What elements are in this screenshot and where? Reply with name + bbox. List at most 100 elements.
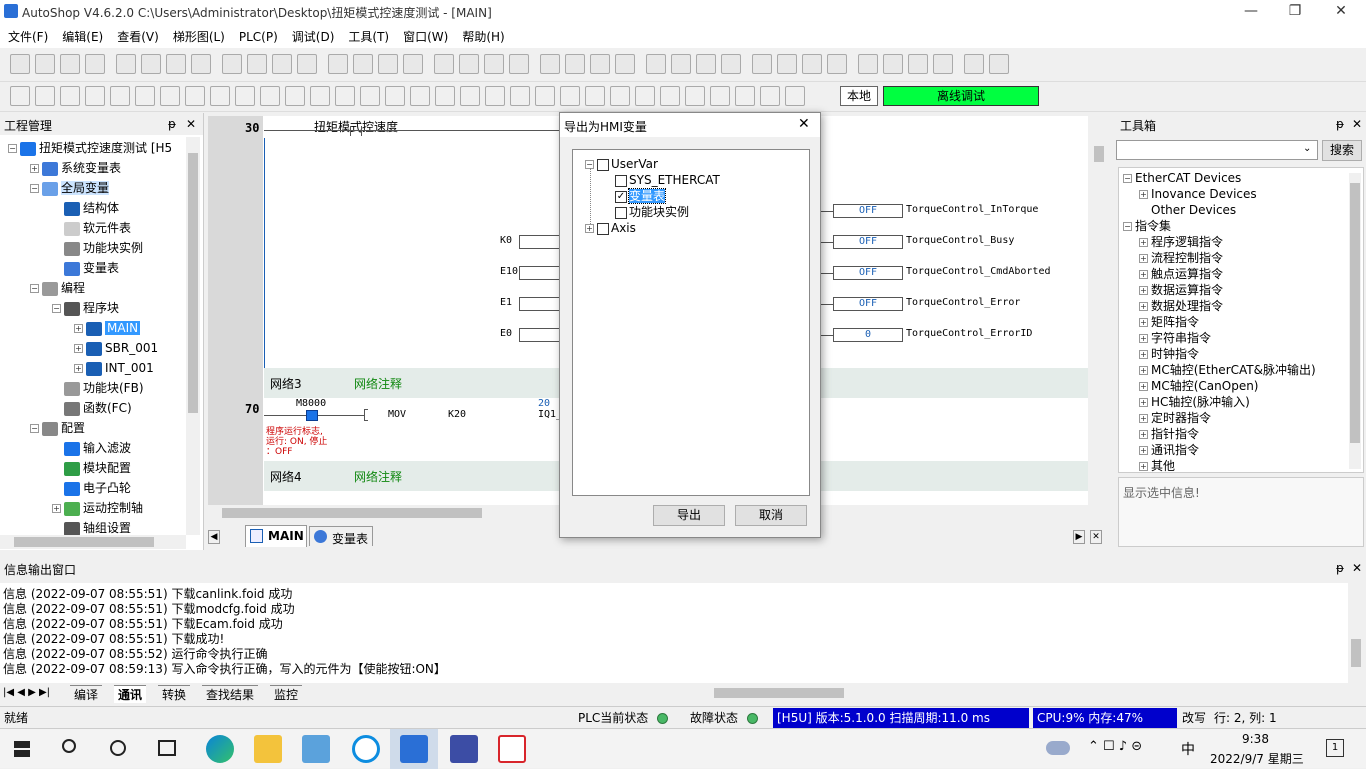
toolbar-tool-icon[interactable] [85,54,105,74]
ladder-tool-icon[interactable] [510,86,530,106]
ladder-tool-icon[interactable] [85,86,105,106]
expand-icon[interactable] [52,524,61,533]
project-tree-item[interactable]: − 程序块 [52,299,119,317]
project-tree-item[interactable]: + MAIN [74,319,141,337]
toolbar-tool-icon[interactable] [671,54,691,74]
fb-output-variable[interactable]: TorqueControl_Error [906,297,1020,308]
toolbox-item[interactable]: + 程序逻辑指令 [1139,234,1223,250]
expand-icon[interactable]: + [1139,414,1148,423]
output-close-icon[interactable]: ✕ [1352,561,1362,575]
toolbox-search-button[interactable]: 搜索 [1322,140,1362,161]
toolbar-tool-icon[interactable] [858,54,878,74]
menu-plc[interactable]: PLC(P) [231,26,284,50]
expand-icon[interactable]: + [1139,350,1148,359]
expand-icon[interactable]: + [1139,270,1148,279]
editor-vscrollbar[interactable] [1091,116,1107,506]
expand-icon[interactable]: + [1139,302,1148,311]
ladder-tool-icon[interactable] [635,86,655,106]
ladder-tool-icon[interactable] [685,86,705,106]
toolbar-tool-icon[interactable] [565,54,585,74]
menu-view[interactable]: 查看(V) [109,24,165,48]
toolbar-tool-icon[interactable] [272,54,292,74]
ladder-tool-icon[interactable] [135,86,155,106]
fb-output-variable[interactable]: TorqueControl_CmdAborted [906,266,1051,277]
toolbox-item[interactable]: + 数据运算指令 [1139,282,1223,298]
toolbar-tool-icon[interactable] [827,54,847,74]
expand-icon[interactable] [1139,206,1148,215]
checkbox[interactable] [615,174,627,187]
ladder-tool-icon[interactable] [785,86,805,106]
expand-icon[interactable]: + [1139,462,1148,471]
toolbox-item[interactable]: − 指令集 [1123,218,1171,234]
project-tree-item[interactable]: 电子凸轮 [52,479,131,497]
ladder-tool-icon[interactable] [460,86,480,106]
expand-icon[interactable]: − [1123,222,1132,231]
fb-input-pin[interactable] [519,235,564,249]
tab-scroll-right-icon[interactable]: ▶ [1073,530,1085,544]
tab-close-icon[interactable]: ✕ [1090,530,1102,544]
expand-icon[interactable]: + [1139,318,1148,327]
expand-icon[interactable] [52,404,61,413]
toolbox-vscrollbar[interactable] [1349,173,1361,469]
toolbox-item[interactable]: + 数据处理指令 [1139,298,1223,314]
dialog-tree-item[interactable]: 功能块实例 [615,204,689,220]
expand-icon[interactable]: − [8,144,17,153]
toolbar-tool-icon[interactable] [752,54,772,74]
toolbar-tool-icon[interactable] [297,54,317,74]
toolbox-item[interactable]: + 流程控制指令 [1139,250,1223,266]
ladder-tool-icon[interactable] [260,86,280,106]
expand-icon[interactable]: + [1139,430,1148,439]
search-icon[interactable] [62,739,76,753]
toolbar-tool-icon[interactable] [191,54,211,74]
clock-time[interactable]: 9:38 [1242,732,1269,746]
tab-scroll-left-icon[interactable]: ◀ [208,530,220,544]
toolbox-item[interactable]: + MC轴控(CanOpen) [1139,378,1259,394]
ladder-tool-icon[interactable] [760,86,780,106]
toolbox-search-input[interactable]: ⌄ [1116,140,1318,160]
toolbar-tool-icon[interactable] [696,54,716,74]
fb-output-variable[interactable]: TorqueControl_InTorque [906,204,1038,215]
project-tree-item[interactable]: 模块配置 [52,459,131,477]
contact-m8000[interactable] [306,410,318,421]
expand-icon[interactable]: − [30,284,39,293]
hscroll-thumb[interactable] [14,537,154,547]
expand-icon[interactable]: − [1123,174,1132,183]
toolbox-item[interactable]: + MC轴控(EtherCAT&脉冲输出) [1139,362,1316,378]
toolbar-tool-icon[interactable] [35,54,55,74]
expand-icon[interactable]: + [1139,254,1148,263]
ladder-tool-icon[interactable] [485,86,505,106]
expand-icon[interactable]: − [30,424,39,433]
project-tree-item[interactable]: 输入滤波 [52,439,131,457]
toolbar-tool-icon[interactable] [328,54,348,74]
toolbar-tool-icon[interactable] [459,54,479,74]
project-tree-item[interactable]: + 运动控制轴 [52,499,143,517]
edge-icon[interactable] [206,735,234,763]
expand-icon[interactable] [52,204,61,213]
project-tree-item[interactable]: 轴组设置 [52,519,131,535]
ladder-tool-icon[interactable] [110,86,130,106]
expand-icon[interactable]: + [1139,190,1148,199]
toolbar-tool-icon[interactable] [964,54,984,74]
output-tab[interactable]: 查找结果 [202,685,259,703]
toolbar-tool-icon[interactable] [378,54,398,74]
fb-output-value[interactable]: 0 [833,328,903,342]
project-tree-item[interactable]: 函数(FC) [52,399,132,417]
expand-icon[interactable]: + [1139,446,1148,455]
checkbox[interactable]: ✓ [615,190,627,203]
expand-icon[interactable] [52,384,61,393]
toolbox-item[interactable]: + 时钟指令 [1139,346,1199,362]
project-tree-item[interactable]: 功能块实例 [52,239,143,257]
ladder-tool-icon[interactable] [160,86,180,106]
operand-k20[interactable]: K20 [448,409,466,420]
offline-debug-indicator[interactable]: 离线调试 [883,86,1039,106]
ladder-tool-icon[interactable] [410,86,430,106]
output-tab[interactable]: 编译 [70,685,103,703]
toolbar-tool-icon[interactable] [60,54,80,74]
project-tree-item[interactable]: − 全局变量 [30,179,110,197]
toolbar-tool-icon[interactable] [721,54,741,74]
expand-icon[interactable] [52,444,61,453]
ladder-tool-icon[interactable] [185,86,205,106]
output-tab[interactable]: 通讯 [114,685,147,703]
menu-file[interactable]: 文件(F) [0,24,54,48]
toolbox-item[interactable]: + 定时器指令 [1139,410,1211,426]
